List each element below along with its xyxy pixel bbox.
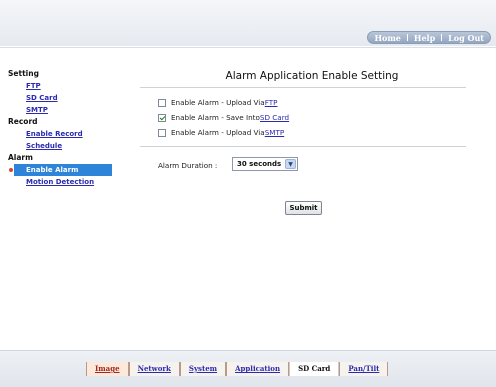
- sidebar-item-motion-detection[interactable]: Motion Detection: [8, 176, 113, 188]
- record-section-title: Record: [8, 117, 38, 126]
- header-divider: [0, 47, 496, 48]
- sidebar-item-sd-card[interactable]: SD Card: [8, 92, 113, 104]
- options-divider: [140, 146, 466, 147]
- top-nav: Home Help Log Out: [367, 31, 491, 44]
- page-title: Alarm Application Enable Setting: [225, 70, 399, 82]
- sidebar-item-label: Enable Alarm: [26, 166, 79, 174]
- chevron-down-icon[interactable]: ▼: [285, 159, 296, 169]
- main-panel: Alarm Application Enable Setting: [140, 68, 470, 84]
- sd-card-checkbox[interactable]: [158, 113, 166, 122]
- bottom-tabs: Image Network System Application SD Card…: [86, 362, 389, 376]
- logout-button[interactable]: Log Out: [442, 32, 490, 43]
- title-divider: [140, 87, 466, 88]
- smtp-checkbox[interactable]: [158, 128, 166, 137]
- sidebar-item-ftp[interactable]: FTP: [8, 80, 113, 92]
- option-row-sd-card: Enable Alarm - Save Into SD Card: [158, 112, 289, 123]
- tab-image[interactable]: Image: [86, 362, 129, 376]
- sd-card-link[interactable]: SD Card: [260, 113, 289, 122]
- tab-sd-card[interactable]: SD Card: [289, 362, 340, 376]
- tab-system[interactable]: System: [179, 362, 227, 376]
- submit-button[interactable]: Submit: [285, 201, 322, 215]
- tab-network[interactable]: Network: [128, 362, 180, 376]
- sidebar-item-smtp[interactable]: SMTP: [8, 104, 113, 116]
- alarm-section-title: Alarm: [8, 153, 33, 162]
- tab-pan-tilt[interactable]: Pan/Tilt: [339, 362, 389, 376]
- help-button[interactable]: Help: [408, 32, 441, 43]
- option-row-ftp: Enable Alarm - Upload Via FTP: [158, 97, 277, 108]
- tab-application[interactable]: Application: [226, 362, 290, 376]
- option-label: Enable Alarm - Save Into: [171, 113, 260, 122]
- smtp-link[interactable]: SMTP: [265, 128, 285, 137]
- home-button[interactable]: Home: [368, 32, 406, 43]
- setting-section-title: Setting: [8, 69, 39, 78]
- option-label: Enable Alarm - Upload Via: [171, 98, 265, 107]
- ftp-checkbox[interactable]: [158, 98, 166, 107]
- sidebar-item-schedule[interactable]: Schedule: [8, 140, 113, 152]
- alarm-duration-select[interactable]: 30 seconds ▼: [232, 157, 298, 171]
- sidebar-item-enable-alarm[interactable]: Enable Alarm: [9, 164, 112, 176]
- selected-value: 30 seconds: [237, 160, 282, 168]
- alarm-duration-label: Alarm Duration :: [158, 161, 218, 170]
- option-row-smtp: Enable Alarm - Upload Via SMTP: [158, 127, 284, 138]
- sidebar: Setting FTP SD Card SMTP Record Enable R…: [8, 68, 113, 188]
- ftp-link[interactable]: FTP: [265, 98, 278, 107]
- option-label: Enable Alarm - Upload Via: [171, 128, 265, 137]
- active-bullet-icon: [9, 168, 13, 172]
- sidebar-item-enable-record[interactable]: Enable Record: [8, 128, 113, 140]
